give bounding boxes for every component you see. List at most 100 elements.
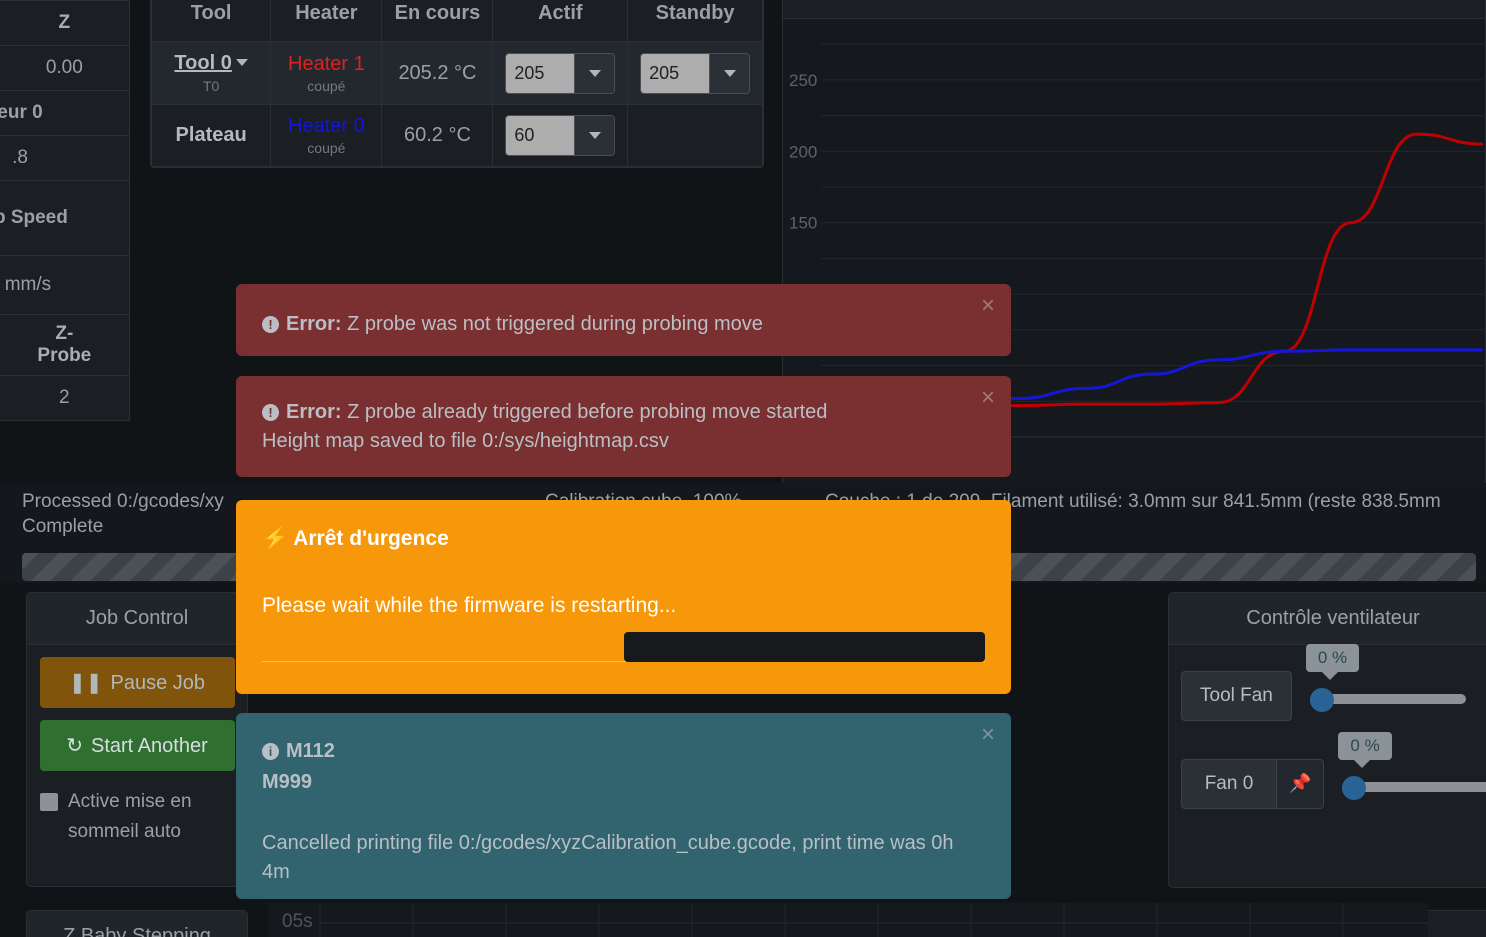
fan-control-panel: Contrôle ventilateur Tool Fan 0 % Fan 0 … <box>1168 592 1486 888</box>
svg-text:150: 150 <box>789 214 817 233</box>
tools-panel: Tool Heater En cours Actif Standby Tool … <box>150 0 764 168</box>
fan-0-slider-knob[interactable] <box>1342 776 1367 800</box>
current-temp: 205.2 °C <box>381 41 494 105</box>
standby-temp-input-group[interactable] <box>640 52 751 94</box>
alert-emergency-stop: ⚡ Arrêt d'urgence Please wait while the … <box>236 500 1011 694</box>
axis-value-z: 0.00 <box>0 45 131 91</box>
alert-error-z-probe-not-triggered: × ! Error: Z probe was not triggered duri… <box>236 284 1011 356</box>
table-row: CU mp. Z- Probe <box>0 314 131 376</box>
standby-temp-cell <box>627 41 763 105</box>
secondary-chart-gridlines <box>319 903 1344 937</box>
chart-y-axis-labels: 250200150100 <box>789 71 817 304</box>
firmware-restart-progress <box>262 632 985 662</box>
alert-prefix: Error: <box>286 313 342 335</box>
m112-title: M112 <box>286 740 335 762</box>
standby-temp-cell-empty <box>627 104 763 167</box>
tool-fan-slider-wrap: 0 % <box>1305 644 1486 718</box>
table-row: Y Z <box>0 0 131 46</box>
job-control-panel: Job Control ❚❚ Pause Job ↻ Start Another A… <box>26 592 248 887</box>
fan-0-button[interactable]: Fan 0 <box>1181 759 1277 809</box>
close-icon[interactable]: × <box>981 386 995 410</box>
extruder-header: eur 0 <box>0 90 130 136</box>
start-another-label: Start Another <box>91 735 208 757</box>
chevron-down-icon <box>588 132 601 139</box>
active-temp-dropdown-button[interactable] <box>574 53 615 93</box>
bed-active-temp-dropdown-button[interactable] <box>574 116 615 155</box>
alert-message: Z probe already triggered before probing… <box>347 401 828 423</box>
alert-body: i M112 M999 Cancelled printing file 0:/gc… <box>236 713 1011 887</box>
close-icon[interactable]: × <box>981 294 995 318</box>
auto-sleep-row[interactable]: Active mise en sommeil auto <box>27 771 247 847</box>
m112-message: Cancelled printing file 0:/gcodes/xyzCal… <box>262 832 954 883</box>
alert-body: ! Error: Z probe already triggered before… <box>236 376 1011 478</box>
table-row: Top Speed <box>0 180 130 256</box>
active-temp-cell <box>492 41 629 105</box>
emergency-stop-message: Please wait while the firmware is restar… <box>262 594 677 617</box>
tool-row-1: Plateau Heater 0 coupé 60.2 °C <box>150 104 763 167</box>
emergency-stop-title-row: ⚡ Arrêt d'urgence <box>236 500 1011 553</box>
tool-fan-slider-knob[interactable] <box>1309 688 1334 712</box>
secondary-chart-panel: 05s <box>268 903 1428 937</box>
firmware-restart-progress-fill <box>623 632 985 662</box>
bed-active-temp-input-group[interactable] <box>505 115 616 156</box>
col-heater: Heater <box>270 0 383 42</box>
table-row: .9 2 <box>0 375 131 421</box>
col-current: En cours <box>381 0 494 42</box>
tool-name-link[interactable]: Tool 0 <box>174 52 231 74</box>
fan-row-tool-fan: Tool Fan 0 % <box>1169 644 1486 721</box>
heater-name[interactable]: Heater 1 <box>277 53 375 76</box>
tool-cell[interactable]: Tool 0 T0 <box>150 41 272 105</box>
table-row: 00 0.00 <box>0 45 131 91</box>
heater-cell[interactable]: Heater 0 coupé <box>270 104 383 167</box>
close-icon[interactable]: × <box>981 723 995 747</box>
alert-message: Z probe was not triggered during probing… <box>347 313 763 335</box>
exclamation-circle-icon: ! <box>262 404 279 421</box>
col-active: Actif <box>492 0 629 42</box>
bed-active-temp-input[interactable] <box>506 116 575 155</box>
z-baby-stepping-panel: Z Baby Stepping <box>26 910 248 937</box>
table-header-row: Tool Heater En cours Actif Standby <box>150 0 763 42</box>
tool-fan-value-tooltip: 0 % <box>1305 644 1360 680</box>
fan-0-value-tooltip: 0 % <box>1338 732 1392 768</box>
z-probe-header: Z- Probe <box>0 314 131 376</box>
standby-temp-input[interactable] <box>641 53 710 93</box>
bed-name: Plateau <box>150 104 272 167</box>
chevron-down-icon <box>723 69 736 77</box>
active-temp-input[interactable] <box>506 53 575 93</box>
tool-fan-button[interactable]: Tool Fan <box>1181 671 1292 721</box>
info-circle-icon: i <box>262 743 279 760</box>
pause-job-label: Pause Job <box>110 672 206 694</box>
auto-sleep-label: Active mise en sommeil auto <box>68 791 192 842</box>
exclamation-circle-icon: ! <box>262 316 279 333</box>
emergency-stop-title: Arrêt d'urgence <box>293 527 449 550</box>
current-temp: 60.2 °C <box>381 104 494 167</box>
alert-error-z-probe-already-triggered: × ! Error: Z probe already triggered befo… <box>236 376 1011 477</box>
bolt-icon: ⚡ <box>262 527 289 550</box>
z-baby-stepping-title: Z Baby Stepping <box>27 911 247 937</box>
pause-job-button[interactable]: ❚❚ Pause Job <box>39 657 235 708</box>
chevron-down-icon <box>588 69 601 77</box>
col-standby: Standby <box>627 0 763 42</box>
fan-row-fan-0: Fan 0 📌 0 % <box>1169 721 1486 809</box>
extruder-value: .8 <box>0 135 130 181</box>
alert-m112-info: × i M112 M999 Cancelled printing file 0:/… <box>236 713 1011 899</box>
top-speed-value: 0 mm/s <box>0 255 130 315</box>
standby-temp-dropdown-button[interactable] <box>709 53 750 93</box>
chart-toolbar <box>783 0 1485 19</box>
fan-control-title: Contrôle ventilateur <box>1169 593 1486 645</box>
secondary-chart <box>319 903 1428 937</box>
refresh-icon: ↻ <box>66 735 83 757</box>
start-another-button[interactable]: ↻ Start Another <box>39 720 235 771</box>
heater-name[interactable]: Heater 0 <box>277 115 375 138</box>
m999-subtitle: M999 <box>262 771 313 793</box>
heater-state: coupé <box>307 140 346 156</box>
alert-line-1: ! Error: Z probe already triggered before… <box>262 398 955 427</box>
heater-cell[interactable]: Heater 1 coupé <box>270 41 383 105</box>
auto-sleep-checkbox[interactable] <box>40 793 58 811</box>
tool-id: T0 <box>202 78 220 94</box>
pin-icon[interactable]: 📌 <box>1277 759 1325 809</box>
heater-state: coupé <box>307 77 346 94</box>
chevron-down-icon[interactable] <box>235 59 248 66</box>
active-temp-input-group[interactable] <box>505 52 616 94</box>
m112-title-row: i M112 <box>262 737 955 766</box>
